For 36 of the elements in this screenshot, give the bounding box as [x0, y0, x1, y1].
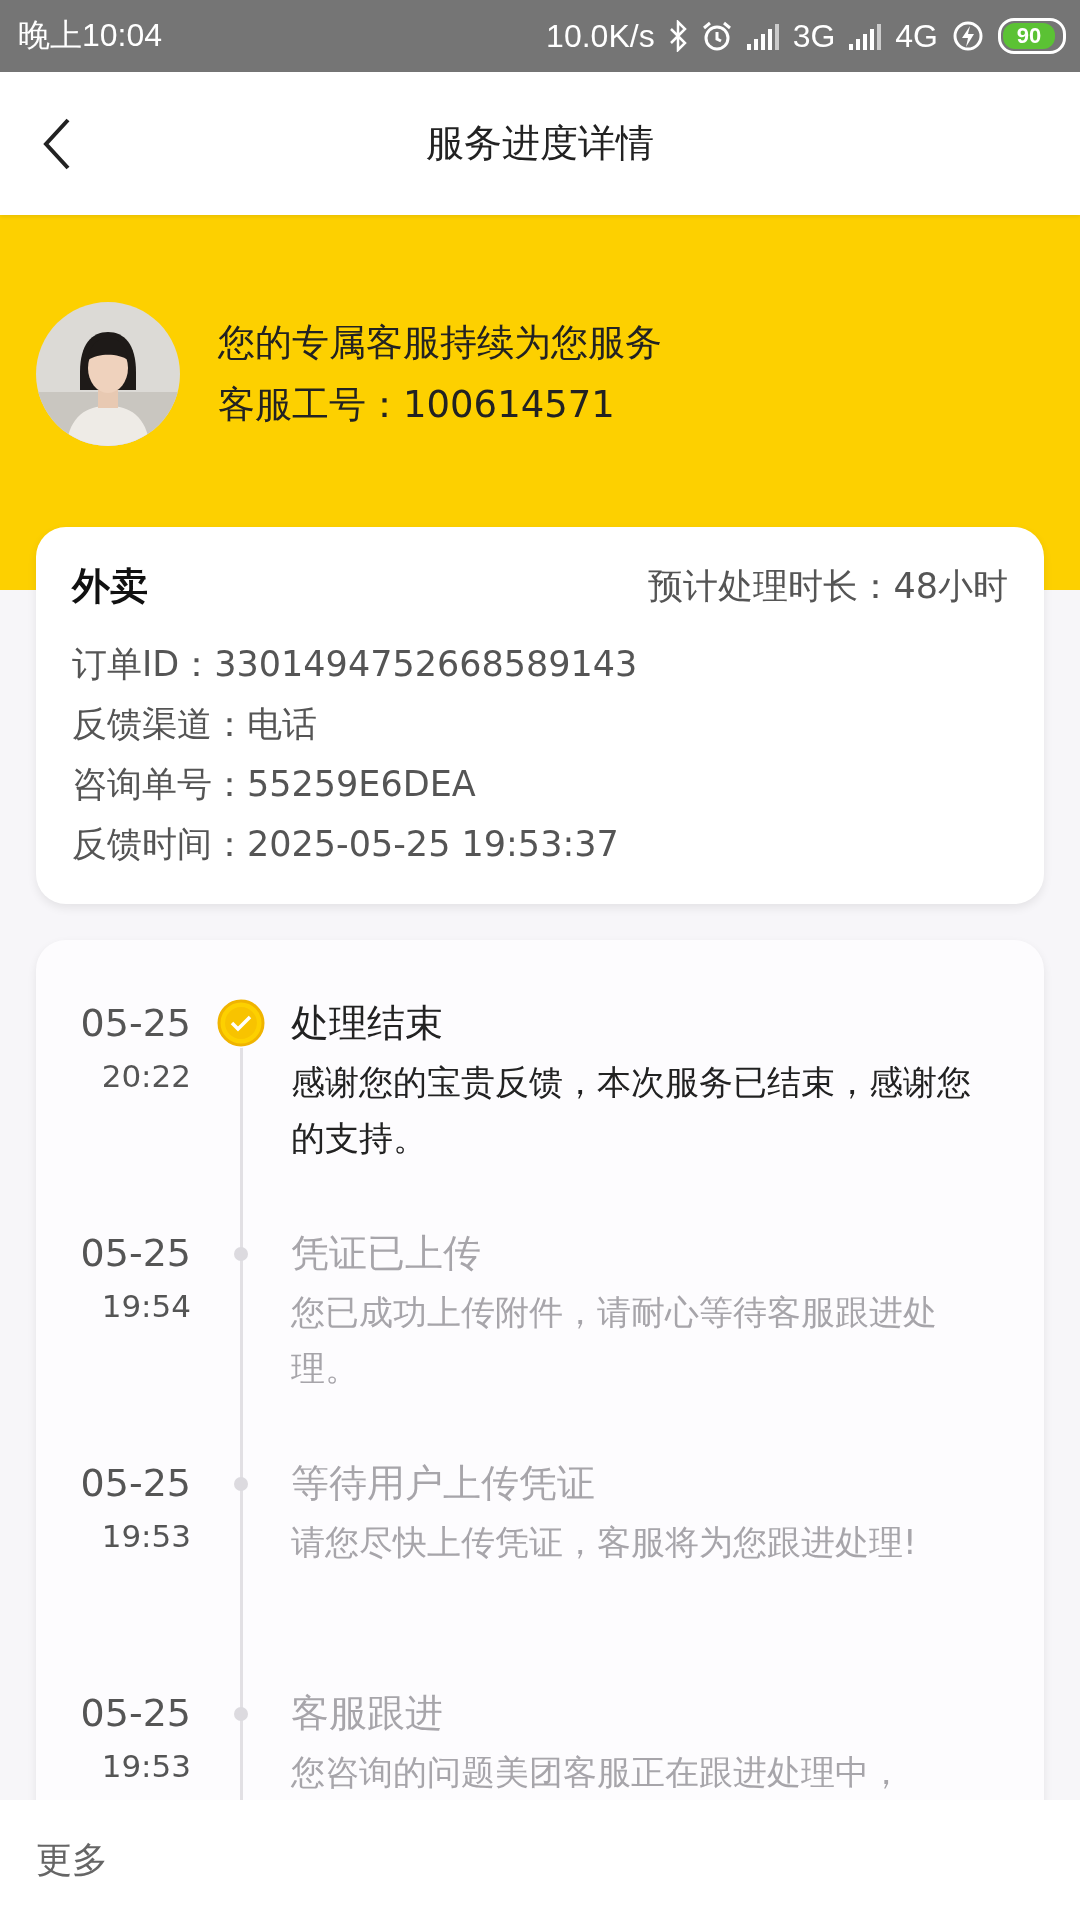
agent-message: 您的专属客服持续为您服务: [218, 320, 662, 366]
more-button[interactable]: 更多: [36, 1835, 108, 1885]
order-category: 外卖: [72, 563, 148, 610]
timeline-description: 您咨询的问题美团客服正在跟进处理中，: [291, 1751, 904, 1794]
network-speed: 10.0K/s: [546, 17, 655, 55]
timeline-date: 05-25: [80, 1230, 191, 1276]
clock-time: 晚上10:04: [18, 16, 163, 55]
timeline-title: 客服跟进: [291, 1690, 444, 1736]
network-type: 4G: [895, 17, 938, 55]
order-detail: 咨询单号：55259E6DEA: [72, 763, 477, 806]
order-detail: 反馈渠道：电话: [72, 703, 318, 746]
timeline-date: 05-25: [80, 1690, 191, 1736]
timeline-description: 请您尽快上传凭证，客服将为您跟进处理!: [291, 1521, 918, 1564]
timeline-time: 20:22: [101, 1058, 191, 1094]
order-detail: 反馈时间：2025-05-25 19:53:37: [72, 823, 620, 866]
charging-icon: [952, 20, 984, 52]
timeline-date: 05-25: [80, 1460, 191, 1506]
timeline-description: 您已成功上传附件，请耐心等待客服跟进处理。: [291, 1291, 938, 1390]
estimated-time: 预计处理时长：48小时: [648, 565, 1008, 608]
bluetooth-icon: [668, 20, 687, 52]
timeline-title: 等待用户上传凭证: [291, 1460, 596, 1506]
timeline-description: 感谢您的宝贵反馈，本次服务已结束，感谢您的支持。: [291, 1061, 972, 1160]
timeline-time: 19:53: [101, 1748, 191, 1784]
order-detail: 订单ID：3301494752668589143: [72, 643, 639, 686]
timeline-date: 05-25: [80, 1000, 191, 1046]
timeline-time: 19:54: [101, 1288, 191, 1324]
signal-icon: [849, 22, 882, 50]
timeline-title: 凭证已上传: [291, 1230, 482, 1276]
page-title: 服务进度详情: [426, 121, 654, 165]
timeline-title: 处理结束: [291, 1000, 444, 1046]
signal-icon: [746, 22, 779, 50]
timeline-time: 19:53: [101, 1518, 191, 1554]
agent-id: 客服工号：100614571: [218, 382, 616, 428]
alarm-icon: [700, 20, 733, 52]
battery-level: 90: [1003, 23, 1056, 49]
network-type: 3G: [792, 17, 836, 55]
